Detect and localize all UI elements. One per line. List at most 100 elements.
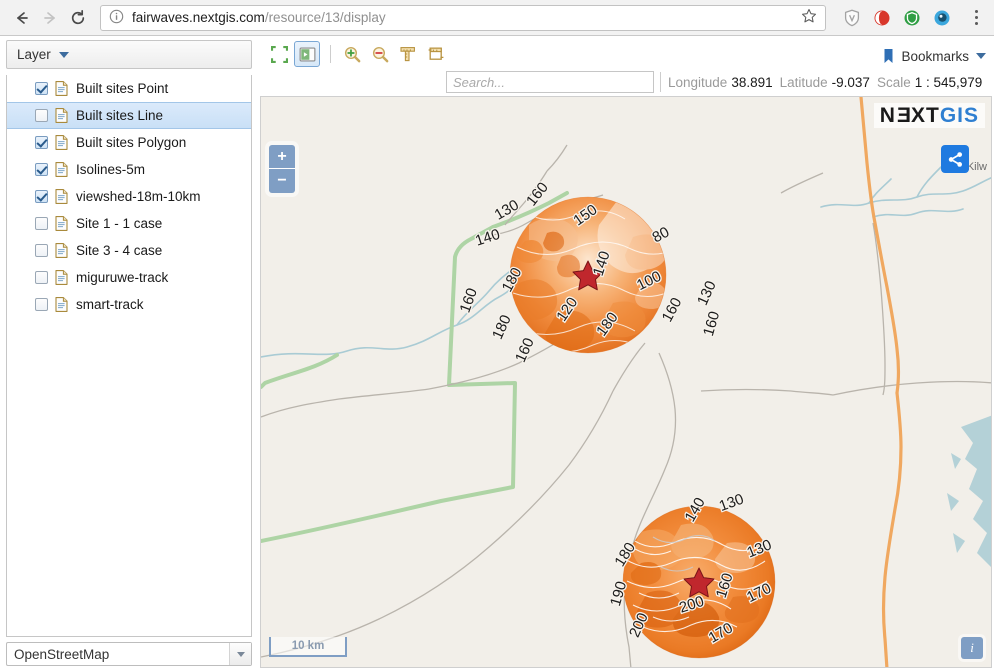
layer-document-icon [55, 81, 68, 96]
longitude-value: 38.891 [731, 75, 772, 90]
share-button[interactable] [941, 145, 969, 173]
extension-icons [832, 7, 986, 29]
reload-button[interactable] [64, 4, 92, 32]
logo-e: E [896, 105, 911, 126]
map-zoom-out-button[interactable]: − [269, 169, 295, 193]
bookmarks-label: Bookmarks [901, 49, 969, 64]
layer-row[interactable]: Built sites Polygon [7, 129, 251, 156]
reload-icon [69, 9, 87, 27]
zoom-to-extent-button[interactable] [266, 41, 292, 67]
layer-label: Site 3 - 4 case [76, 243, 162, 258]
address-bar[interactable]: fairwaves.nextgis.com/resource/13/displa… [100, 5, 826, 31]
adblock-shield-icon[interactable] [842, 8, 862, 28]
opera-vpn-icon[interactable] [872, 8, 892, 28]
layer-visibility-checkbox[interactable] [35, 109, 48, 122]
map-statusbar: Longitude 38.891 Latitude -9.037 Scale 1… [260, 70, 994, 96]
chevron-down-icon[interactable] [59, 52, 69, 58]
layer-label: Built sites Line [76, 108, 163, 123]
toggle-panel-button[interactable] [294, 41, 320, 67]
layer-visibility-checkbox[interactable] [35, 244, 48, 257]
basemap-value: OpenStreetMap [14, 647, 109, 662]
area-ruler-icon [427, 45, 445, 63]
status-divider [660, 72, 661, 92]
layer-panel-header[interactable]: Layer [6, 40, 252, 69]
nextgis-logo: NEXTGIS [874, 103, 985, 128]
magnifier-minus-icon [371, 45, 390, 64]
scale-label: Scale [877, 75, 911, 90]
layer-visibility-checkbox[interactable] [35, 136, 48, 149]
layer-visibility-checkbox[interactable] [35, 163, 48, 176]
browser-toolbar: fairwaves.nextgis.com/resource/13/displa… [0, 0, 994, 36]
bookmark-ribbon-icon [883, 48, 894, 64]
url-path: /resource/13/display [265, 10, 386, 25]
layer-row[interactable]: viewshed-18m-10km [7, 183, 251, 210]
zoom-in-button[interactable] [339, 41, 365, 67]
measure-area-button[interactable] [423, 41, 449, 67]
layer-visibility-checkbox[interactable] [35, 217, 48, 230]
map-canvas[interactable]: 1601301501408014018010016013012016018016… [260, 96, 992, 668]
arrow-left-icon [13, 9, 31, 27]
logo-xt: XT [911, 105, 940, 126]
layer-visibility-checkbox[interactable] [35, 298, 48, 311]
kebab-menu-icon[interactable] [966, 7, 986, 29]
layer-document-icon [55, 297, 68, 312]
magnifier-plus-icon [343, 45, 362, 64]
layer-label: viewshed-18m-10km [76, 189, 201, 204]
basemap-select[interactable]: OpenStreetMap [6, 642, 252, 666]
layer-row[interactable]: miguruwe-track [7, 264, 251, 291]
map-toolbar: Bookmarks [260, 38, 994, 70]
ruler-icon [399, 45, 417, 63]
chevron-down-icon[interactable] [976, 53, 986, 59]
map-zoom-in-button[interactable]: + [269, 145, 295, 169]
info-label: i [970, 640, 974, 656]
measure-distance-button[interactable] [395, 41, 421, 67]
scale-value: 1 : 545,979 [915, 75, 983, 90]
layer-row[interactable]: Built sites Point [7, 75, 251, 102]
share-icon [947, 151, 964, 168]
layer-list[interactable]: Built sites Point Built sites Line Built s… [6, 75, 252, 637]
layer-document-icon [55, 270, 68, 285]
viewshed-south-graphic [623, 506, 775, 658]
layer-document-icon [55, 135, 68, 150]
bookmarks-button[interactable]: Bookmarks [883, 45, 986, 67]
zoom-out-button[interactable] [367, 41, 393, 67]
chevron-down-icon[interactable] [229, 643, 251, 665]
panel-toggle-icon [299, 46, 316, 63]
layer-document-icon [55, 108, 68, 123]
layer-row[interactable]: Site 1 - 1 case [7, 210, 251, 237]
zoom-to-extent-icon [271, 46, 288, 63]
map-zoom-controls[interactable]: + − [269, 145, 295, 193]
url-text: fairwaves.nextgis.com/resource/13/displa… [132, 10, 386, 25]
layer-visibility-checkbox[interactable] [35, 271, 48, 284]
search-input[interactable] [446, 71, 654, 93]
layer-row[interactable]: Site 3 - 4 case [7, 237, 251, 264]
map-graphics: 1601301501408014018010016013012016018016… [261, 97, 992, 668]
map-panel: Bookmarks Longitude 38.891 Latitude -9.0… [258, 36, 994, 670]
browser-eye-icon[interactable] [932, 8, 952, 28]
layer-document-icon [55, 189, 68, 204]
back-button[interactable] [8, 4, 36, 32]
layer-label: Isolines-5m [76, 162, 145, 177]
logo-gis: GIS [940, 105, 979, 126]
layer-label: Site 1 - 1 case [76, 216, 162, 231]
arrow-right-icon [41, 9, 59, 27]
forward-button[interactable] [36, 4, 64, 32]
layers-sidebar: Layer Built sites PointBuilt sites LineB… [0, 36, 258, 670]
info-circle-icon[interactable] [109, 9, 124, 27]
scale-bar: 10 km [269, 637, 347, 657]
layer-row[interactable]: smart-track [7, 291, 251, 318]
layer-row[interactable]: Isolines-5m [7, 156, 251, 183]
layer-visibility-checkbox[interactable] [35, 190, 48, 203]
scale-bar-label: 10 km [292, 640, 325, 652]
vivaldi-shield-icon[interactable] [902, 8, 922, 28]
layer-visibility-checkbox[interactable] [35, 82, 48, 95]
layer-row[interactable]: Built sites Line [7, 102, 251, 129]
latitude-label: Latitude [780, 75, 828, 90]
url-host: fairwaves.nextgis.com [132, 10, 265, 25]
map-info-button[interactable]: i [961, 637, 983, 659]
layer-label: Built sites Polygon [76, 135, 186, 150]
layer-panel-title: Layer [17, 47, 51, 62]
coordinate-readout: Longitude 38.891 Latitude -9.037 Scale 1… [668, 70, 989, 94]
star-icon[interactable] [793, 8, 817, 27]
place-label: Kilw [967, 161, 987, 173]
